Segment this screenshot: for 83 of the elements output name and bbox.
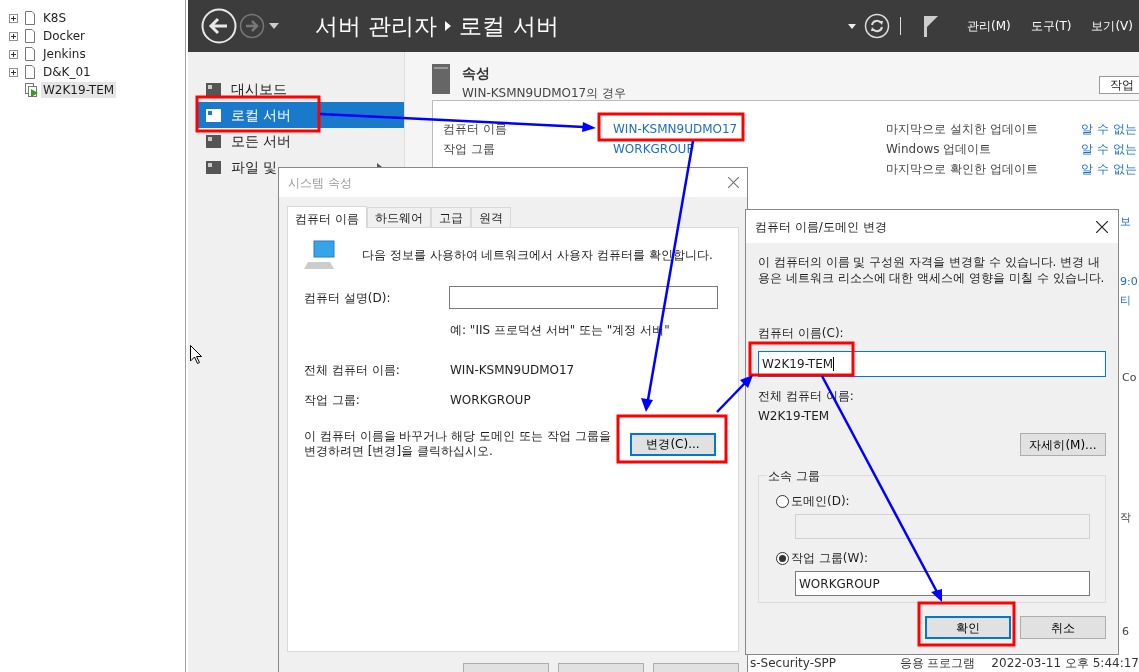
table-cell: 2022-03-11 오후 5:44:17 (991, 656, 1139, 670)
input-field[interactable] (448, 286, 718, 309)
property-label: 컴퓨터 이름 (443, 121, 508, 138)
description-text: 이 컴퓨터의 이름 및 구성원 자격을 변경할 수 있습니다. 변경 내용은 네트워크 리소스에 대한 액세스에 영향을 미칠 수 있습니다. (758, 254, 1106, 286)
tasks-button[interactable]: 작업 (1099, 76, 1139, 94)
window-title: 시스템 속성 (288, 174, 352, 192)
input-field[interactable]: WORKGROUP (795, 571, 1090, 596)
change-button[interactable]: 변경(C)... (630, 432, 716, 456)
table-cell-text: s-Security-SPP (750, 656, 838, 670)
nav-item[interactable]: 대시보드 (196, 76, 404, 102)
field-label: 전체 컴퓨터 이름: (304, 362, 401, 379)
tree-item[interactable]: W2K19-TEM (41, 82, 117, 98)
field-label: 컴퓨터 설명(D): (304, 289, 392, 307)
breadcrumb-item: 서버 관리자 (315, 11, 438, 41)
server-icon (432, 64, 450, 94)
partial-text: 6 (1122, 624, 1129, 640)
dropdown-icon[interactable] (269, 23, 279, 29)
partial-text: 보 (1120, 214, 1131, 230)
table-cell-text: 응용 프로그램 (899, 656, 977, 670)
menu-item[interactable]: 보기(V) (1091, 17, 1133, 35)
tree-item[interactable]: D&K_01 (41, 64, 93, 80)
field-value: WORKGROUP (450, 392, 531, 409)
tree-item[interactable]: Docker (41, 28, 88, 44)
nav-item[interactable]: 모든 서버 (196, 128, 404, 154)
vm-icon (25, 65, 35, 79)
property-label: Windows 업데이트 (886, 141, 993, 158)
section-title: 속성 (462, 64, 491, 83)
radio-label: 작업 그룹(W): (791, 550, 869, 567)
radio-button[interactable] (776, 551, 789, 565)
close-icon[interactable] (1096, 220, 1108, 233)
field-label: 컴퓨터 이름(C): (758, 325, 844, 342)
instruction-text: 이 컴퓨터 이름을 바꾸거나 해당 도메인 또는 작업 그룹을 변경하려면 [변경]을 클릭하십시오. (304, 429, 612, 459)
input-field[interactable]: W2K19-TEM (758, 351, 1106, 377)
menu-item[interactable]: 관리(M) (967, 17, 1011, 35)
tab[interactable]: 하드웨어 (366, 207, 431, 227)
property-label: 작업 그룹 (443, 141, 496, 158)
property-link[interactable]: WIN-KSMN9UDMO17 (613, 120, 738, 138)
nav-icon (206, 107, 221, 123)
vm-icon (25, 29, 35, 43)
partial-text: 9:0 (1120, 274, 1138, 290)
partial-text: 티 (1120, 293, 1131, 309)
tab[interactable]: 원격 (470, 207, 511, 227)
nav-icon (206, 133, 221, 149)
nav-item[interactable]: 로컬 서버 (196, 102, 404, 128)
more-button[interactable]: 자세히(M)... (1020, 433, 1106, 456)
expand-icon[interactable] (9, 67, 18, 77)
vm-icon (25, 11, 35, 25)
back-icon[interactable] (201, 8, 237, 44)
window-title: 컴퓨터 이름/도메인 변경 (755, 218, 887, 236)
property-link[interactable]: 알 수 없는 (1081, 120, 1137, 138)
dropdown-icon[interactable] (848, 23, 856, 29)
dialog-button[interactable]: 확인 (925, 616, 1011, 639)
expand-icon[interactable] (9, 49, 18, 59)
property-label: 마지막으로 확인한 업데이트 (886, 161, 1039, 178)
partial-text: Co (1122, 370, 1137, 386)
flag-icon[interactable] (923, 15, 939, 37)
menu-item[interactable]: 도구(T) (1030, 17, 1072, 35)
running-vm-icon (25, 83, 39, 97)
partial-text: 작 (1120, 510, 1131, 526)
computer-icon (304, 240, 338, 270)
tab[interactable]: 고급 (430, 207, 471, 227)
radio-label: 도메인(D): (791, 493, 850, 510)
property-link[interactable]: 알 수 없는 (1081, 140, 1137, 158)
tab[interactable]: 컴퓨터 이름 (287, 206, 367, 228)
expand-icon[interactable] (9, 13, 18, 23)
tree-item[interactable]: K8S (41, 10, 69, 26)
field-label: 작업 그룹: (304, 392, 361, 409)
property-label: 마지막으로 설치한 업데이트 (886, 121, 1039, 138)
nav-icon (206, 81, 221, 97)
tree-item[interactable]: Jenkins (41, 46, 88, 62)
pointer-arrow (716, 375, 753, 413)
breadcrumb-separator-icon (445, 21, 452, 31)
breadcrumb-item: 로컬 서버 (459, 11, 559, 41)
property-link[interactable]: 알 수 없는 (1081, 160, 1137, 178)
dialog-button[interactable]: 취소 (1020, 616, 1106, 639)
refresh-icon[interactable] (864, 13, 890, 39)
cursor-icon (190, 345, 202, 364)
field-value: WIN-KSMN9UDMO17 (450, 362, 575, 379)
vm-icon (25, 47, 35, 61)
expand-icon[interactable] (9, 31, 18, 41)
nav-icon (206, 159, 221, 175)
field-value: W2K19-TEM (758, 408, 831, 425)
section-subtitle: WIN-KSMN9UDMO17의 경우 (462, 85, 627, 102)
